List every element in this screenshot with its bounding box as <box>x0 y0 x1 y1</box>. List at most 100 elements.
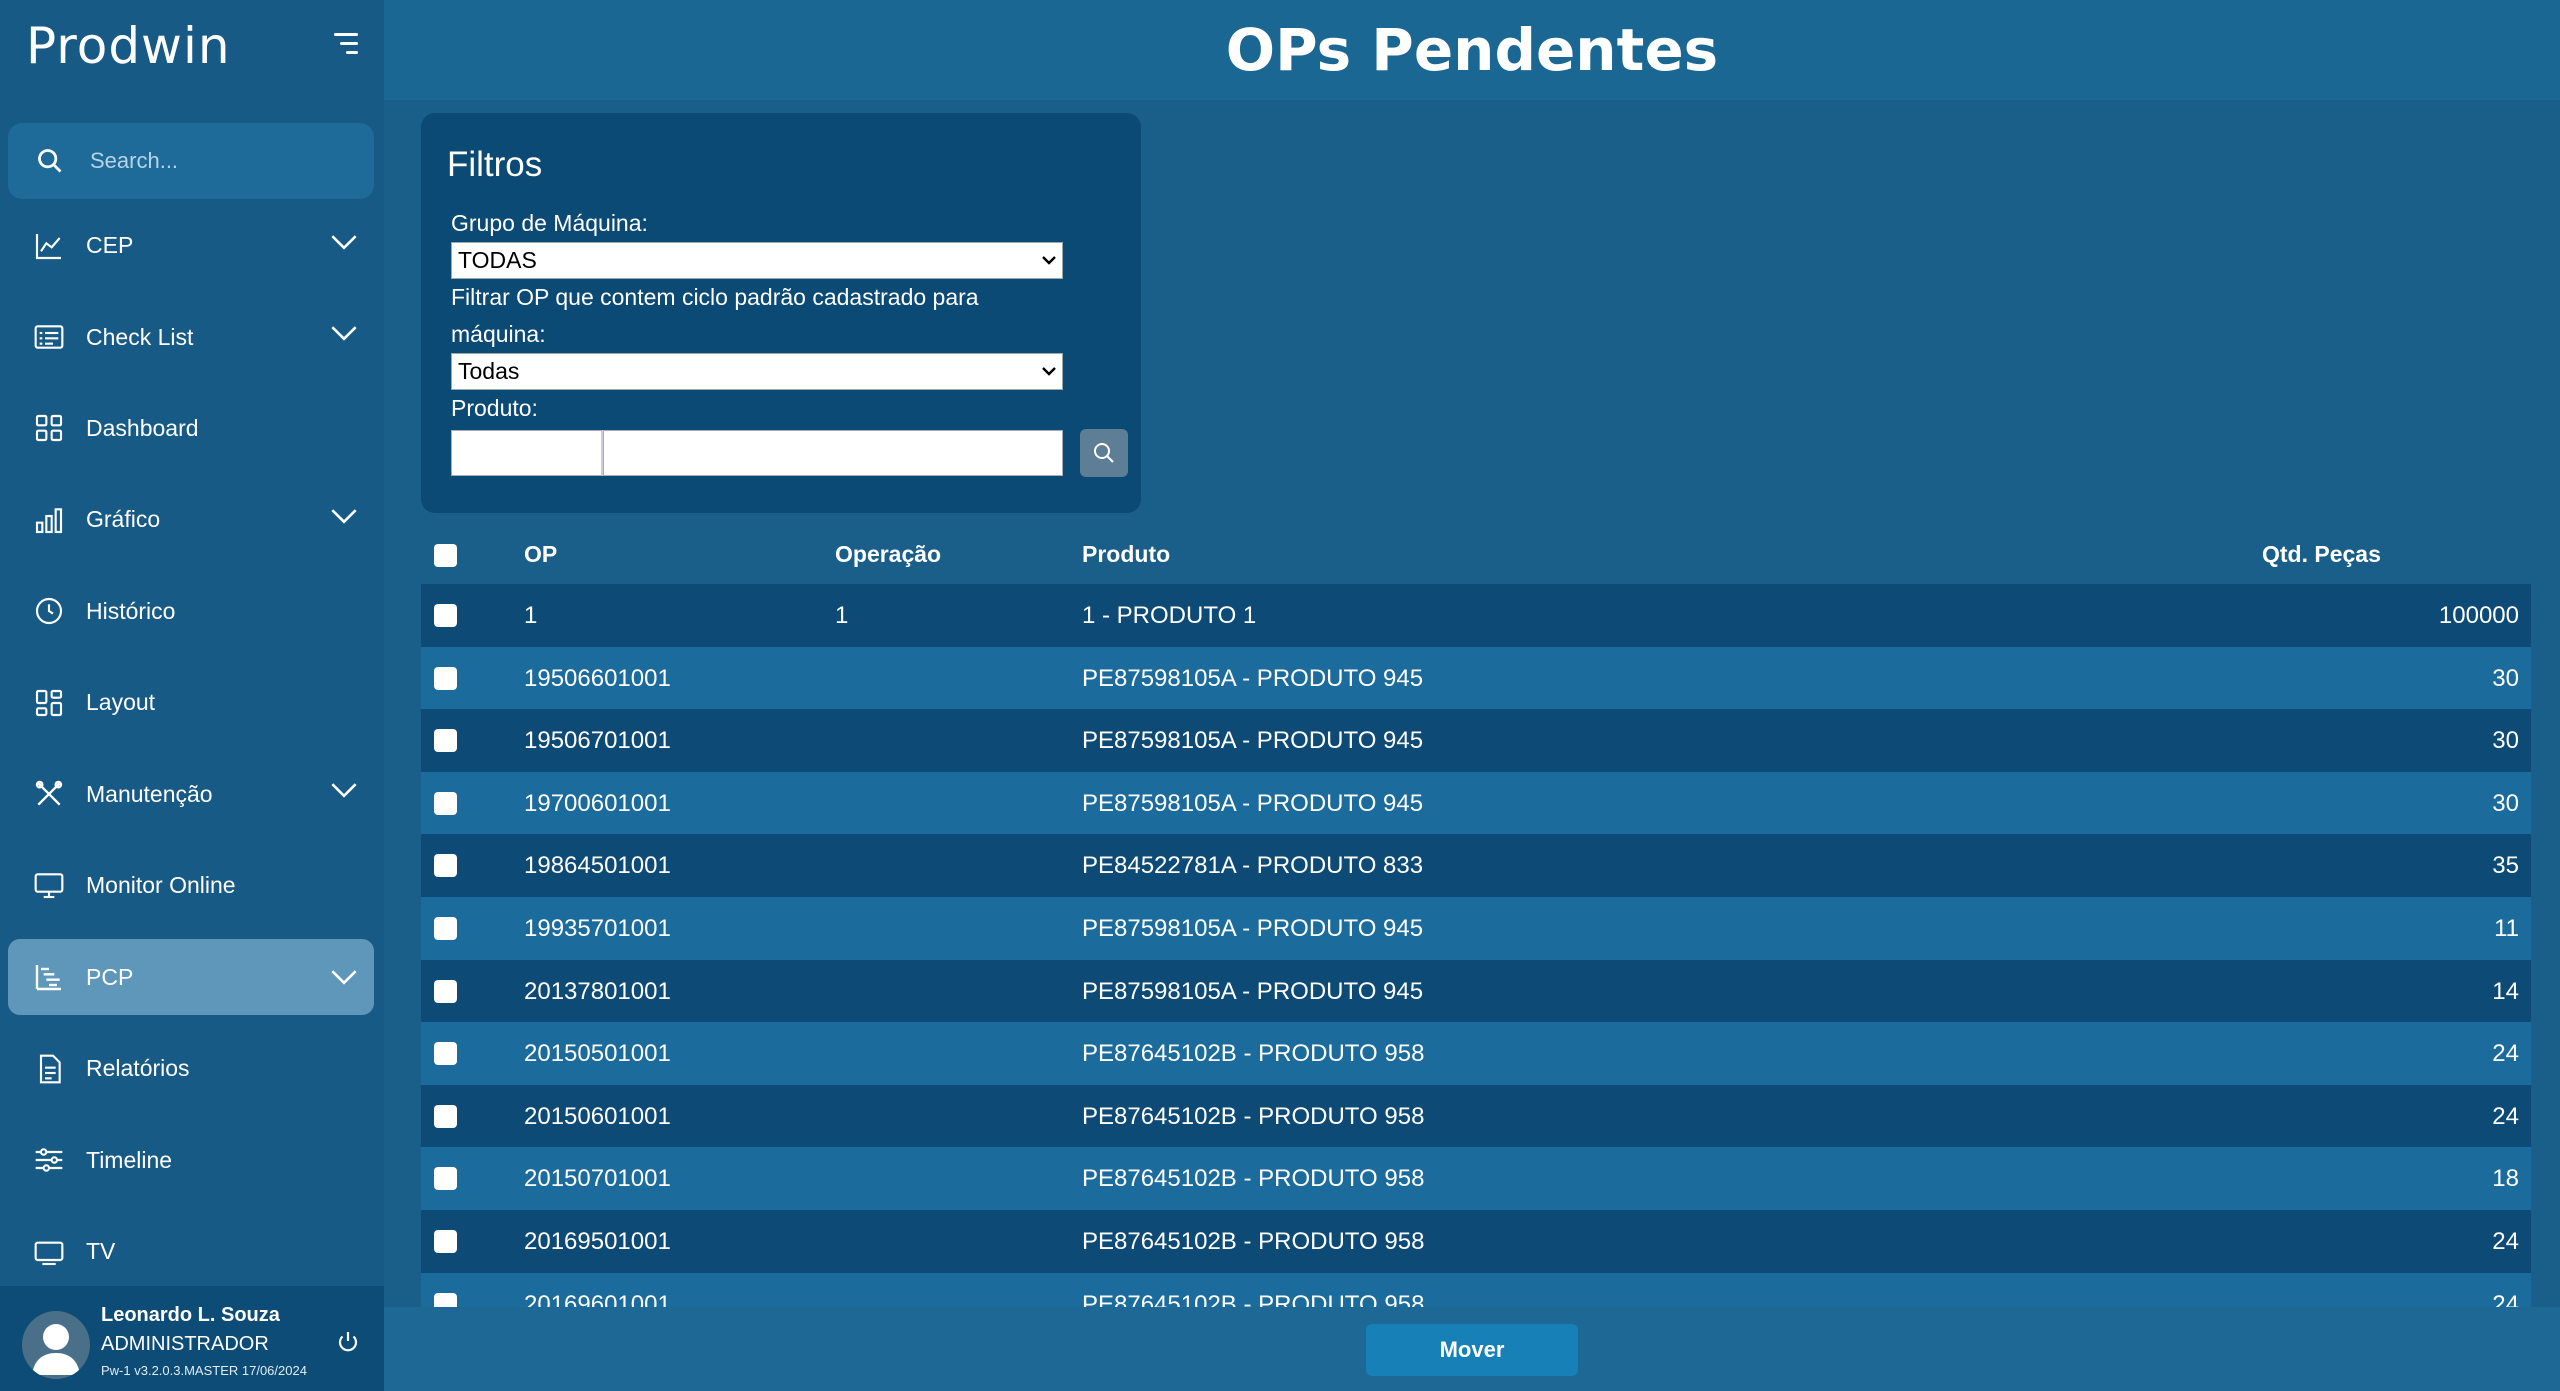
move-button[interactable]: Mover <box>1366 1324 1578 1376</box>
col-header-produto: Produto <box>1082 541 1171 567</box>
row-checkbox[interactable] <box>434 854 457 878</box>
table-row[interactable]: 1 1 1 - PRODUTO 1 100000 <box>421 584 2531 647</box>
machine-group-label: Grupo de Máquina: <box>451 210 648 236</box>
sidebar-item-checklist[interactable]: Check List <box>8 291 374 382</box>
tv-icon <box>32 1235 66 1269</box>
power-icon[interactable] <box>336 1330 360 1354</box>
sidebar-item-label: Check List <box>86 323 194 350</box>
table-row[interactable]: 19506701001 PE87598105A - PRODUTO 945 30 <box>421 709 2531 772</box>
sidebar-item-cep[interactable]: CEP <box>8 200 374 291</box>
cell-op: 19506601001 <box>524 664 671 692</box>
cell-produto: PE87598105A - PRODUTO 945 <box>1082 664 1424 692</box>
product-row <box>451 429 1141 477</box>
table-row[interactable]: 20150501001 PE87645102B - PRODUTO 958 24 <box>421 1022 2531 1085</box>
sidebar: Prodwin CEP Check List Dashboard Gráfico <box>0 0 384 1391</box>
sidebar-item-label: Monitor Online <box>86 871 236 898</box>
select-all-checkbox[interactable] <box>434 544 457 567</box>
table-row[interactable]: 19700601001 PE87598105A - PRODUTO 945 30 <box>421 771 2531 835</box>
sidebar-item-pcp[interactable]: PCP <box>8 939 374 1016</box>
row-checkbox[interactable] <box>434 1167 457 1191</box>
clock-icon <box>32 594 66 628</box>
sidebar-item-label: Layout <box>86 689 156 716</box>
search-input[interactable] <box>90 148 350 174</box>
row-checkbox[interactable] <box>434 791 457 815</box>
cell-qtd: 14 <box>2492 977 2519 1005</box>
sidebar-item-layout[interactable]: Layout <box>8 657 374 748</box>
sidebar-item-label: Gráfico <box>86 506 161 533</box>
table-row[interactable]: 19506601001 PE87598105A - PRODUTO 945 30 <box>421 646 2531 710</box>
cell-op: 19506701001 <box>524 727 671 755</box>
row-checkbox[interactable] <box>434 1104 457 1128</box>
table-row[interactable]: 20169601001 PE87645102B - PRODUTO 958 24 <box>421 1272 2531 1310</box>
footer-bar: Mover <box>384 1307 2560 1391</box>
product-code-input[interactable] <box>451 430 603 476</box>
search-box <box>8 123 374 199</box>
cell-operacao: 1 <box>835 602 849 629</box>
chevron-down-icon <box>331 783 357 798</box>
cell-produto: PE87598105A - PRODUTO 945 <box>1082 789 1424 817</box>
page-header: OPs Pendentes <box>384 0 2560 100</box>
sidebar-item-tv[interactable]: TV <box>8 1206 374 1297</box>
row-checkbox[interactable] <box>434 916 457 940</box>
cell-op: 20169501001 <box>524 1227 671 1255</box>
cell-produto: PE87645102B - PRODUTO 958 <box>1082 1040 1425 1068</box>
table-row[interactable]: 20150701001 PE87645102B - PRODUTO 958 18 <box>421 1147 2531 1210</box>
cell-qtd: 24 <box>2492 1102 2519 1130</box>
col-header-operacao: Operação <box>835 541 942 567</box>
cell-produto: PE84522781A - PRODUTO 833 <box>1082 852 1424 880</box>
page-title: OPs Pendentes <box>1225 16 1719 84</box>
table-row[interactable]: 20150601001 PE87645102B - PRODUTO 958 24 <box>421 1084 2531 1148</box>
cell-qtd: 30 <box>2492 789 2519 817</box>
dashboard-grid-icon <box>32 411 66 445</box>
cycle-filter-select[interactable]: Todas <box>451 353 1063 390</box>
report-icon <box>32 1052 66 1086</box>
cell-produto: PE87645102B - PRODUTO 958 <box>1082 1227 1425 1255</box>
machine-group-value: TODAS <box>458 247 537 273</box>
sidebar-item-grafico[interactable]: Gráfico <box>8 474 374 565</box>
cell-produto: PE87645102B - PRODUTO 958 <box>1082 1165 1425 1193</box>
avatar <box>22 1311 90 1379</box>
machine-group-select-wrap: TODAS <box>447 242 1063 279</box>
table-row[interactable]: 20169501001 PE87645102B - PRODUTO 958 24 <box>421 1209 2531 1273</box>
cell-qtd: 18 <box>2492 1165 2519 1193</box>
sidebar-item-label: Relatórios <box>86 1055 190 1082</box>
ops-table: OP Operação Produto Qtd. Peças 111 - PRO… <box>421 528 2531 1310</box>
sidebar-item-manutencao[interactable]: Manutenção <box>8 748 374 839</box>
row-checkbox[interactable] <box>434 729 457 753</box>
cell-op: 19700601001 <box>524 789 671 817</box>
cycle-filter-value: Todas <box>458 358 520 384</box>
tools-icon <box>32 777 66 811</box>
user-role: ADMINISTRADOR <box>101 1333 269 1355</box>
row-checkbox[interactable] <box>434 1229 457 1253</box>
sidebar-item-relatorios[interactable]: Relatórios <box>8 1023 374 1114</box>
cell-op: 20150701001 <box>524 1165 671 1193</box>
bar-chart-icon <box>32 503 66 537</box>
cell-qtd: 24 <box>2492 1227 2519 1255</box>
cell-qtd: 30 <box>2492 664 2519 692</box>
sidebar-item-historico[interactable]: Histórico <box>8 566 374 657</box>
sidebar-item-monitor-online[interactable]: Monitor Online <box>8 840 374 931</box>
cell-produto: PE87645102B - PRODUTO 958 <box>1082 1102 1425 1130</box>
row-checkbox[interactable] <box>434 979 457 1003</box>
table-header: OP Operação Produto Qtd. Peças <box>421 528 2531 584</box>
product-search-button[interactable] <box>1080 429 1128 477</box>
row-checkbox[interactable] <box>434 666 457 690</box>
sidebar-item-label: Histórico <box>86 597 176 624</box>
monitor-icon <box>32 868 66 902</box>
user-name: Leonardo L. Souza <box>101 1304 280 1326</box>
cell-op: 19864501001 <box>524 852 671 880</box>
table-row[interactable]: 20137801001 PE87598105A - PRODUTO 945 14 <box>421 959 2531 1023</box>
line-chart-icon <box>32 229 66 263</box>
menu-toggle-icon[interactable] <box>328 33 358 59</box>
machine-group-select[interactable]: TODAS <box>451 242 1063 279</box>
row-checkbox[interactable] <box>434 604 457 627</box>
table-row[interactable]: 19935701001 PE87598105A - PRODUTO 945 11 <box>421 896 2531 960</box>
cell-qtd: 100000 <box>2438 602 2519 629</box>
sidebar-item-timeline[interactable]: Timeline <box>8 1115 374 1206</box>
table-row[interactable]: 19864501001 PE84522781A - PRODUTO 833 35 <box>421 834 2531 897</box>
row-checkbox[interactable] <box>434 1042 457 1066</box>
product-desc-input[interactable] <box>603 430 1063 476</box>
cell-produto: 1 - PRODUTO 1 <box>1082 602 1257 629</box>
sidebar-item-dashboard[interactable]: Dashboard <box>8 383 374 474</box>
cell-op: 20150501001 <box>524 1040 671 1068</box>
